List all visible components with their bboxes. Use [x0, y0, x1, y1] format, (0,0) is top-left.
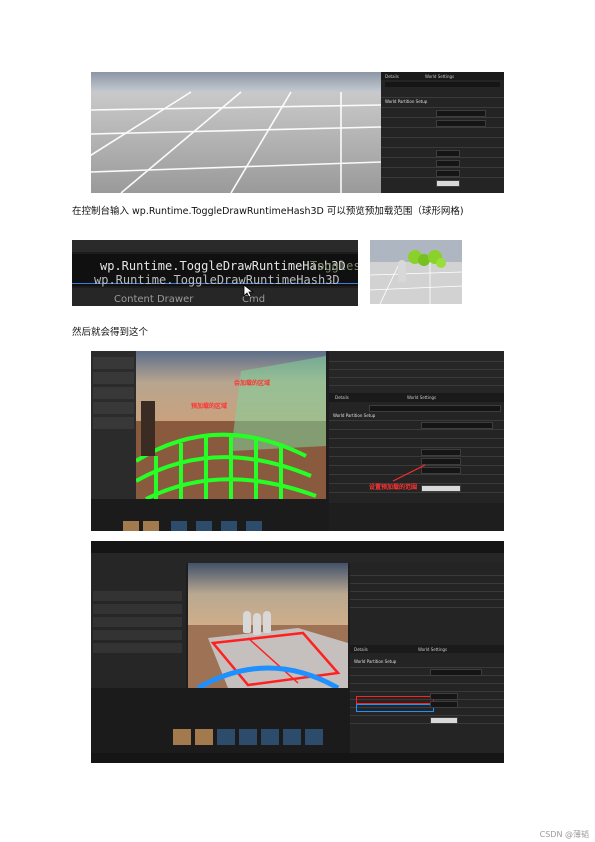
world-partition-section-2: World Partition Setup [333, 413, 376, 418]
annotation-arrow [392, 464, 426, 482]
screenshot-runtime-hash-preview [370, 240, 462, 304]
caption-console-command: 在控制台输入 wp.Runtime.ToggleDrawRuntimeHash3… [72, 206, 464, 217]
label-loaded-area: 会加载的区域 [234, 380, 271, 387]
world-settings-tab[interactable]: World Settings [425, 74, 454, 79]
details-tab[interactable]: Details [385, 74, 399, 79]
screenshot-console: wp.Runtime.ToggleDrawRuntimeHash3D Toggl… [72, 240, 358, 306]
screenshot-viewport-grid-floor: Details World Settings World Partition S… [91, 72, 504, 193]
world-partition-section: World Partition Setup [385, 99, 428, 104]
console-suggestion[interactable]: wp.Runtime.ToggleDrawRuntimeHash3D [100, 259, 346, 273]
content-drawer-button[interactable]: Content Drawer [114, 294, 193, 305]
viewport-sphere [136, 351, 326, 499]
caption-result: 然后就会得到这个 [72, 327, 149, 338]
world-settings-tab-2[interactable]: World Settings [407, 395, 436, 400]
csdn-watermark: CSDN @薄韬 [539, 830, 589, 839]
world-settings-tab-3[interactable]: World Settings [418, 647, 447, 652]
screenshot-preload-sphere: 会加载的区域 预加载的区域 Details World Settings Wor… [91, 351, 504, 531]
mouse-cursor-icon [243, 284, 255, 298]
world-settings-panel: Details World Settings World Partition S… [381, 72, 504, 193]
world-partition-section-3: World Partition Setup [354, 659, 397, 664]
viewport-floor [91, 72, 381, 193]
console-input[interactable]: wp.Runtime.ToggleDrawRuntimeHash3D [94, 273, 340, 287]
details-tab-2[interactable]: Details [335, 395, 349, 400]
screenshot-full-editor: Details World Settings World Partition S… [91, 541, 504, 763]
label-preview-area: 预加载的区域 [191, 403, 228, 410]
details-tab-3[interactable]: Details [354, 647, 368, 652]
console-hint: Toggles 3D [310, 259, 358, 273]
